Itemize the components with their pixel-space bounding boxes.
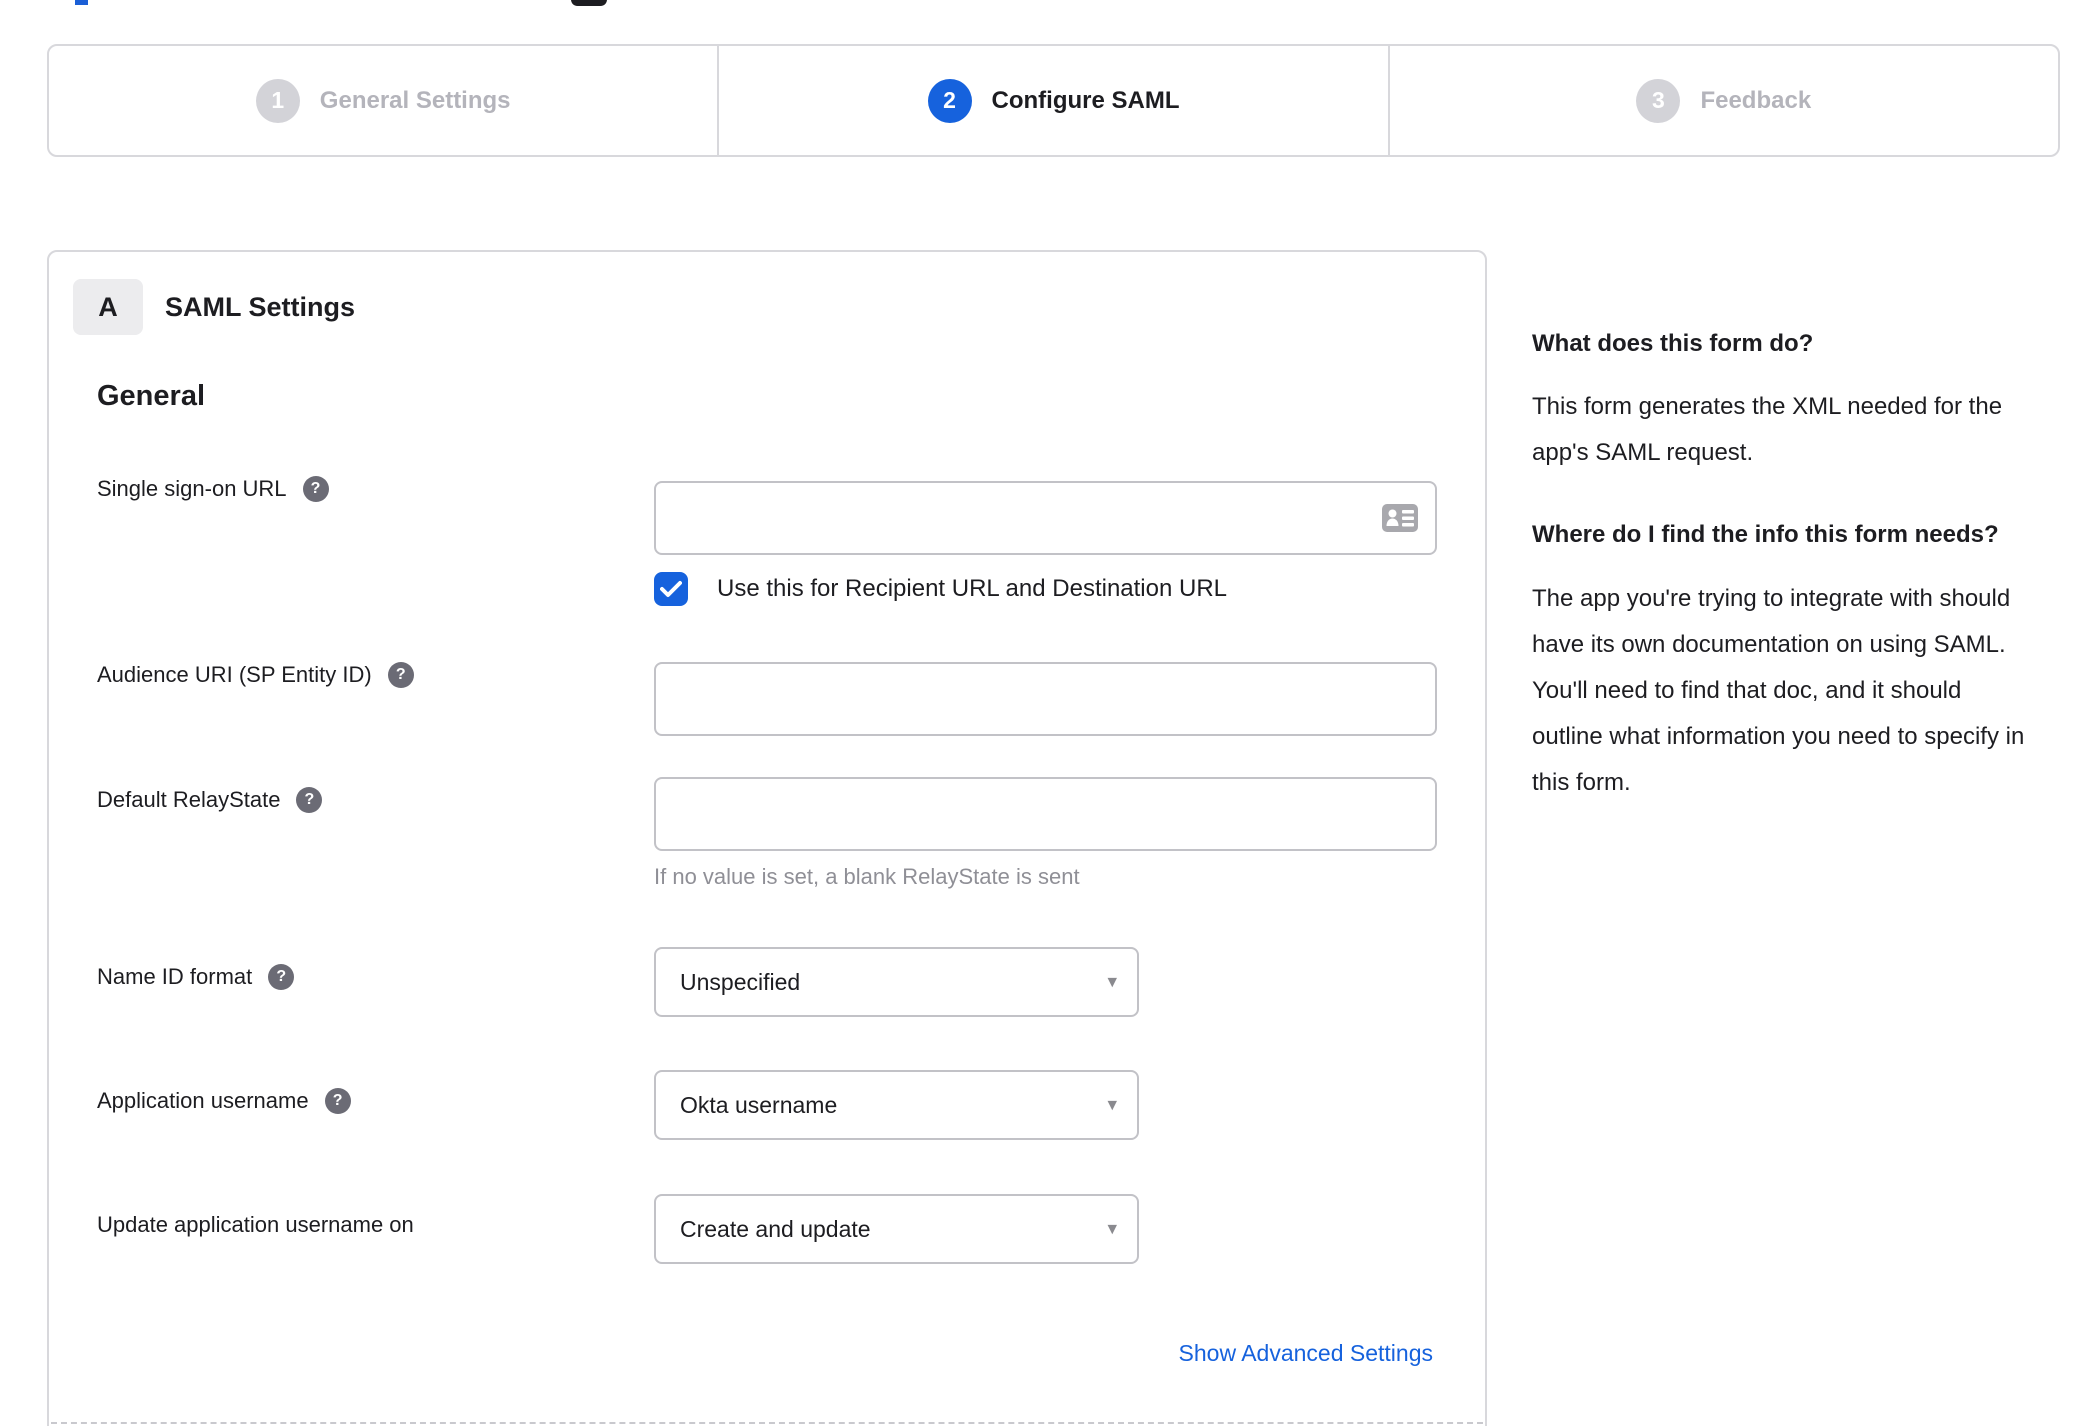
- sso-url-input[interactable]: [654, 481, 1437, 555]
- sidebar-body-what: This form generates the XML needed for t…: [1532, 393, 2003, 467]
- relaystate-help-icon[interactable]: ?: [296, 787, 323, 813]
- relaystate-label-text: Default RelayState: [97, 787, 281, 812]
- step-configure-saml[interactable]: 2 Configure SAML: [717, 46, 1387, 155]
- check-icon: [660, 581, 682, 597]
- application-username-help-icon[interactable]: ?: [324, 1088, 351, 1114]
- update-username-select[interactable]: Create and update ▾: [654, 1194, 1139, 1264]
- sso-url-label-text: Single sign-on URL: [97, 476, 287, 501]
- wizard-stepper: 1 General Settings 2 Configure SAML 3 Fe…: [47, 44, 2060, 157]
- recipient-url-checkbox[interactable]: [654, 572, 688, 606]
- sidebar-heading-what: What does this form do?: [1532, 330, 1814, 357]
- update-username-value: Create and update: [680, 1215, 871, 1242]
- step-1-label: General Settings: [319, 86, 511, 114]
- step-2-number: 2: [927, 78, 972, 123]
- relaystate-input[interactable]: [654, 777, 1437, 851]
- saml-settings-panel: A SAML Settings General Single sign-on U…: [47, 250, 1487, 1426]
- sidebar-body-where: The app you're trying to integrate with …: [1532, 584, 2025, 796]
- audience-uri-label: Audience URI (SP Entity ID) ?: [97, 662, 414, 688]
- recipient-url-checkbox-label[interactable]: Use this for Recipient URL and Destinati…: [717, 575, 1227, 603]
- cropped-logo-fragment: [75, 0, 88, 5]
- sso-url-input-wrap: [654, 481, 1437, 555]
- step-general-settings[interactable]: 1 General Settings: [49, 46, 717, 155]
- name-id-format-label-text: Name ID format: [97, 964, 253, 989]
- relaystate-hint: If no value is set, a blank RelayState i…: [654, 864, 1080, 889]
- application-username-label-text: Application username: [97, 1088, 309, 1113]
- cropped-toggle-fragment: [571, 0, 607, 6]
- step-2-label: Configure SAML: [991, 86, 1180, 114]
- step-feedback[interactable]: 3 Feedback: [1387, 46, 2058, 155]
- chevron-down-icon: ▾: [1107, 971, 1117, 993]
- update-username-label-text: Update application username on: [97, 1212, 414, 1237]
- chevron-down-icon: ▾: [1107, 1094, 1117, 1116]
- chevron-down-icon: ▾: [1107, 1218, 1117, 1240]
- update-username-label: Update application username on: [97, 1212, 414, 1238]
- sso-url-label: Single sign-on URL ?: [97, 476, 329, 502]
- name-id-format-help-icon[interactable]: ?: [268, 964, 295, 990]
- step-1-number: 1: [255, 78, 300, 123]
- general-section-heading: General: [97, 380, 205, 412]
- audience-uri-input[interactable]: [654, 662, 1437, 736]
- name-id-format-value: Unspecified: [680, 968, 801, 995]
- application-username-select[interactable]: Okta username ▾: [654, 1070, 1139, 1140]
- name-id-format-select[interactable]: Unspecified ▾: [654, 947, 1139, 1017]
- configure-saml-page: 1 General Settings 2 Configure SAML 3 Fe…: [0, 0, 2092, 1426]
- step-3-number: 3: [1636, 78, 1681, 123]
- section-a-badge: A: [73, 279, 143, 335]
- sidebar-heading-where: Where do I find the info this form needs…: [1532, 521, 1999, 549]
- step-3-label: Feedback: [1700, 86, 1812, 114]
- relaystate-label: Default RelayState ?: [97, 787, 323, 813]
- application-username-value: Okta username: [680, 1091, 838, 1118]
- audience-uri-label-text: Audience URI (SP Entity ID): [97, 662, 372, 687]
- application-username-label: Application username ?: [97, 1088, 351, 1114]
- sso-url-help-icon[interactable]: ?: [302, 476, 329, 502]
- panel-dashed-divider: [51, 1422, 1483, 1424]
- panel-title: SAML Settings: [165, 292, 356, 322]
- name-id-format-label: Name ID format ?: [97, 964, 295, 990]
- audience-uri-help-icon[interactable]: ?: [387, 662, 414, 688]
- show-advanced-settings-link[interactable]: Show Advanced Settings: [1179, 1340, 1433, 1367]
- help-sidebar: What does this form do? This form genera…: [1532, 325, 2027, 846]
